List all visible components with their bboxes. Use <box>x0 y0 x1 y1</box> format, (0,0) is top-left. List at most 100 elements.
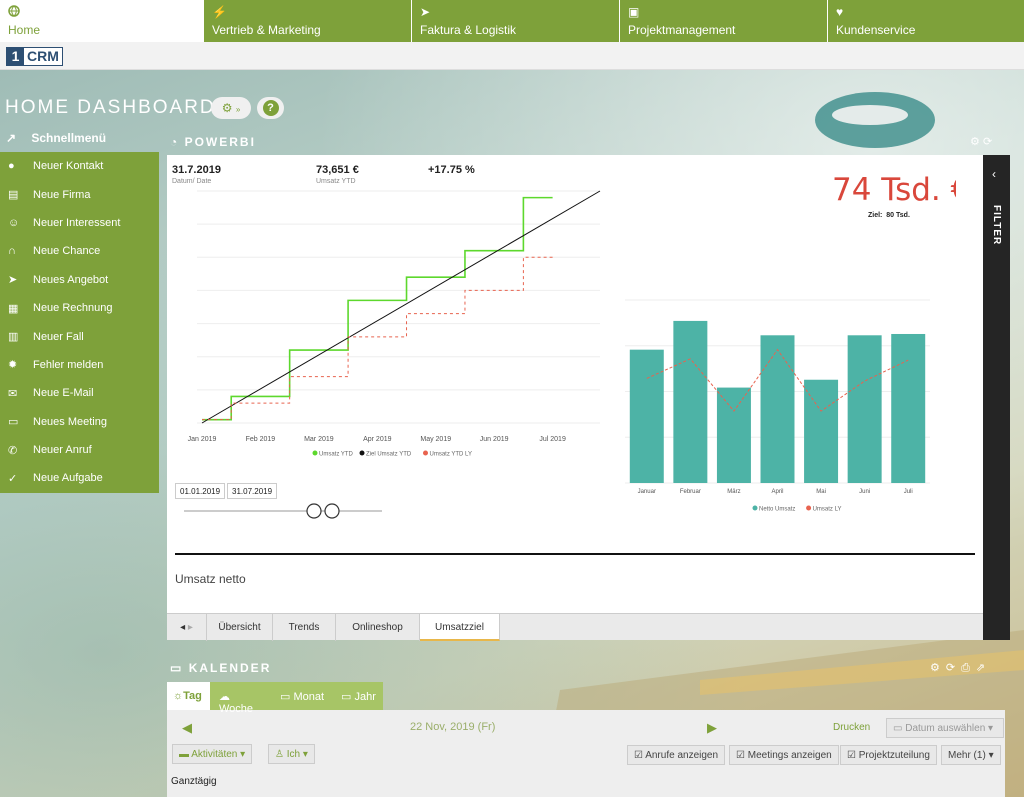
dashboard-settings-button[interactable]: ⚙ » <box>211 97 251 119</box>
next-day-arrow[interactable]: ▶ <box>707 720 717 736</box>
nav-tab-label: Faktura & Logistik <box>420 23 517 37</box>
date-select-dropdown[interactable]: ▭ Datum auswählen ▾ <box>886 718 1004 738</box>
calendar-icon: ▭ <box>341 691 352 703</box>
x-tick-label: Januar <box>638 489 656 495</box>
help-button[interactable]: ? <box>257 97 284 119</box>
sidebar-item-fall[interactable]: ▥ Neuer Fall <box>0 322 159 350</box>
date-to-input[interactable]: 31.07.2019 <box>227 483 278 499</box>
date-from-input[interactable]: 01.01.2019 <box>175 483 226 499</box>
sidebar-item-rechnung[interactable]: ▦ Neue Rechnung <box>0 294 159 322</box>
filter-pane[interactable]: ‹ FILTER <box>983 155 1010 640</box>
filter-label: FILTER <box>991 205 1002 246</box>
activities-dropdown[interactable]: ▬ Aktivitäten ▾ <box>172 744 253 764</box>
ziel-label: Ziel: <box>868 212 883 219</box>
sidebar-item-label: Neuer Anruf <box>33 444 92 457</box>
x-tick-label: Juni <box>859 489 870 495</box>
report-page-tabs: ◂ ▸ Übersicht Trends Onlineshop Umsatzzi… <box>167 613 983 641</box>
show-calls-checkbox[interactable]: ☑ Anrufe anzeigen <box>627 745 726 765</box>
bar <box>629 349 664 483</box>
refresh-icon[interactable]: ⟳ <box>983 136 992 148</box>
nav-tab-faktura[interactable]: ➤ Faktura & Logistik <box>411 0 619 42</box>
x-tick-label: Apr 2019 <box>363 436 392 443</box>
sun-icon: ☼ <box>173 690 184 702</box>
sidebar-item-meeting[interactable]: ▭ Neues Meeting <box>0 408 159 436</box>
gear-icon[interactable]: ⚙ <box>970 136 980 148</box>
page-nav-arrows[interactable]: ◂ ▸ <box>167 614 207 641</box>
sidebar-item-anruf[interactable]: ✆ Neuer Anruf <box>0 436 159 464</box>
nav-tab-label: Vertrieb & Marketing <box>212 23 321 37</box>
logo-text: CRM <box>24 48 62 65</box>
refresh-icon[interactable]: ⟳ <box>946 662 961 674</box>
sidebar-item-email[interactable]: ✉ Neue E-Mail <box>0 379 159 407</box>
nav-tab-label: Kundenservice <box>836 23 916 37</box>
sidebar-item-label: Neue Chance <box>33 245 101 258</box>
meeting-icon: ▭ <box>8 416 19 429</box>
pie-chart-icon: ◔ <box>170 135 180 149</box>
tab-jahr[interactable]: ▭ Jahr <box>335 682 383 710</box>
nav-tab-projekt[interactable]: ▣ Projektmanagement <box>619 0 827 42</box>
sidebar-item-label: Fehler melden <box>33 358 104 371</box>
series-line-0 <box>202 196 553 421</box>
x-tick-label: Februar <box>680 489 701 495</box>
legend-marker <box>806 505 812 511</box>
calendar-icon: ▭ <box>170 661 184 675</box>
logo-number: 1 <box>7 48 24 65</box>
chevron-down-icon: » <box>235 105 241 114</box>
sidebar-header-label: Schnellmenü <box>31 131 107 145</box>
x-tick-label: Juli <box>904 489 913 495</box>
slider-handle-start[interactable] <box>306 503 322 519</box>
sidebar-item-label: Neuer Fall <box>33 330 84 343</box>
tab-ubersicht[interactable]: Übersicht <box>207 614 273 641</box>
sidebar-item-fehler[interactable]: ✹ Fehler melden <box>0 351 159 379</box>
sidebar-item-interessent[interactable]: ☺ Neuer Interessent <box>0 209 159 237</box>
tab-umsatzziel[interactable]: Umsatzziel <box>420 614 500 641</box>
tab-onlineshop[interactable]: Onlineshop <box>336 614 420 641</box>
bar <box>891 333 926 483</box>
smiley-icon: ☺ <box>8 216 20 229</box>
person-icon: ● <box>8 160 15 173</box>
user-filter-dropdown[interactable]: ♙ Ich ▾ <box>268 744 315 764</box>
tab-tag[interactable]: ☼Tag <box>167 682 210 710</box>
x-tick-label: März <box>727 489 740 495</box>
gear-icon[interactable]: ⚙ <box>930 662 946 674</box>
print-icon[interactable]: ⎙ <box>961 662 976 674</box>
app-logo[interactable]: 1 CRM <box>6 47 63 66</box>
bar <box>760 335 795 483</box>
legend-label: Umsatz LY <box>813 507 842 513</box>
calendar-icon: ▭ <box>893 723 903 734</box>
sidebar-item-kontakt[interactable]: ● Neuer Kontakt <box>0 152 159 180</box>
calendar-icon: ▭ <box>280 691 291 703</box>
tab-trends[interactable]: Trends <box>273 614 336 641</box>
print-link[interactable]: Drucken <box>833 722 870 733</box>
nav-tab-home[interactable]: Home <box>0 0 203 42</box>
nav-tab-kundenservice[interactable]: ♥ Kundenservice <box>827 0 1024 42</box>
nav-tab-vertrieb[interactable]: ⚡ Vertrieb & Marketing <box>203 0 411 42</box>
kpi-ytd-value: 73,651 € <box>316 164 359 176</box>
project-assign-checkbox[interactable]: ☑ Projektzuteilung <box>840 745 937 765</box>
date-range-slider[interactable] <box>184 502 384 520</box>
caret-right-icon[interactable]: ▸ <box>188 622 193 633</box>
caret-left-icon[interactable]: ◂ <box>180 622 185 633</box>
date-select-label: Datum auswählen <box>905 723 986 734</box>
gear-icon: ⚙ <box>221 101 233 115</box>
tab-woche[interactable]: ☁ Woche <box>213 682 269 715</box>
slider-handle-end[interactable] <box>324 503 340 519</box>
bolt-icon: ⚡ <box>212 5 227 19</box>
sidebar-item-firma[interactable]: ▤ Neue Firma <box>0 180 159 208</box>
sidebar-item-angebot[interactable]: ➤ Neues Angebot <box>0 266 159 294</box>
sidebar-item-chance[interactable]: ∩ Neue Chance <box>0 237 159 265</box>
more-dropdown[interactable]: Mehr (1) ▾ <box>941 745 1001 765</box>
bar <box>673 320 708 483</box>
checkbox-label: Anrufe anzeigen <box>645 750 719 761</box>
chevron-left-icon[interactable]: ‹ <box>992 167 996 181</box>
nav-tab-label: Projektmanagement <box>628 23 736 37</box>
ziel-line: Ziel: 80 Tsd. <box>868 212 910 219</box>
tab-monat[interactable]: ▭ Monat <box>274 682 334 710</box>
previous-day-arrow[interactable]: ◀ <box>182 720 192 736</box>
legend-label: Umsatz YTD <box>319 452 354 458</box>
series-line-2 <box>202 256 553 421</box>
external-link-icon[interactable]: ⇗ <box>976 662 991 674</box>
show-meetings-checkbox[interactable]: ☑ Meetings anzeigen <box>729 745 839 765</box>
calendar-date: 22 Nov, 2019 (Fr) <box>410 721 496 733</box>
sidebar-item-aufgabe[interactable]: ✓ Neue Aufgabe <box>0 464 159 492</box>
